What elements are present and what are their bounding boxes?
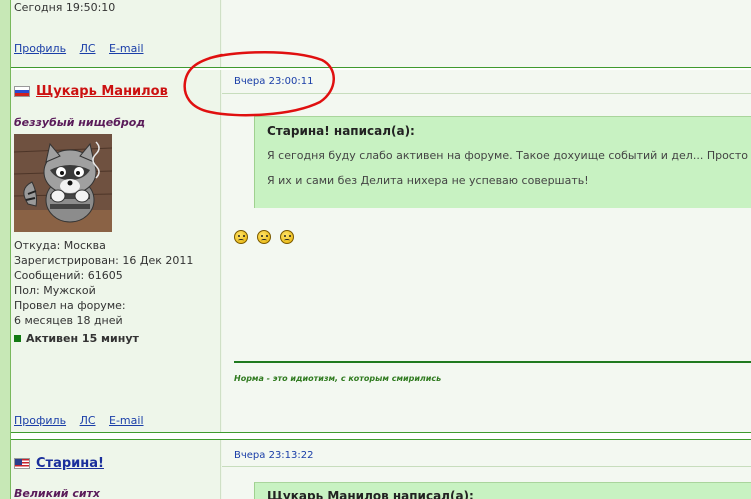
post-2-header-line (222, 466, 751, 467)
sad-smiley-icon (257, 230, 271, 244)
quote-title: Щукарь Манилов написал(а): (267, 489, 474, 499)
user-time-value: 6 месяцев 18 дней (14, 314, 123, 327)
forum-page: Сегодня 19:50:10 Профиль ЛС E-mail Щукар… (0, 0, 751, 499)
post-divider (11, 439, 751, 440)
post-divider (11, 67, 751, 68)
user-time-label: Провел на форуме: (14, 299, 126, 312)
post-1-username[interactable]: Щукарь Манилов (36, 84, 168, 99)
quote-title: Старина! написал(а): (267, 124, 415, 138)
profile-link[interactable]: Профиль (14, 414, 66, 427)
user-location: Откуда: Москва (14, 239, 106, 252)
us-flag-icon (14, 458, 30, 469)
post-1-links: Профиль ЛС E-mail (14, 414, 154, 427)
post-1-date[interactable]: Вчера 23:00:11 (234, 76, 314, 87)
quote-line-2: Я их и сами без Делита нихера не успеваю… (267, 174, 589, 187)
post-1-signature: Норма - это идиотизм, с которым смирилис… (234, 374, 442, 383)
post-1-quote: Старина! написал(а): Я сегодня буду слаб… (254, 116, 751, 208)
previous-post-body (222, 0, 751, 67)
sad-smiley-icon (234, 230, 248, 244)
profile-link[interactable]: Профиль (14, 42, 66, 55)
email-link[interactable]: E-mail (109, 42, 144, 55)
online-status-icon (14, 335, 21, 342)
quote-line-1: Я сегодня буду слабо активен на форуме. … (267, 149, 751, 162)
signature-divider (234, 361, 751, 363)
previous-post (11, 0, 751, 67)
user-message-count: Сообщений: 61605 (14, 269, 123, 282)
post-2-user-title: Великий ситх (14, 487, 101, 499)
user-gender: Пол: Мужской (14, 284, 96, 297)
user-status-text: Активен 15 минут (26, 332, 139, 345)
post-1-header-line (222, 93, 751, 94)
ru-flag-icon (14, 86, 30, 97)
pm-link[interactable]: ЛС (80, 42, 96, 55)
user-status: Активен 15 минут (14, 331, 193, 346)
previous-post-links: Профиль ЛС E-mail (14, 42, 154, 55)
last-seen-text: Сегодня 19:50:10 (14, 1, 116, 14)
post-1-author: Щукарь Манилов (14, 84, 168, 99)
user-registered: Зарегистрирован: 16 Дек 2011 (14, 254, 194, 267)
post-2-author: Старина! (14, 456, 104, 471)
post-1-user-info: Откуда: Москва Зарегистрирован: 16 Дек 2… (14, 238, 193, 346)
sad-smiley-icon (280, 230, 294, 244)
post-divider (11, 432, 751, 433)
post-1-user-title: беззубый нищеброд (14, 116, 146, 129)
post-2-date[interactable]: Вчера 23:13:22 (234, 450, 314, 461)
raccoon-avatar (14, 134, 112, 232)
email-link[interactable]: E-mail (109, 414, 144, 427)
left-frame-border (0, 0, 11, 499)
post-2-quote: Щукарь Манилов написал(а): (254, 482, 751, 499)
pm-link[interactable]: ЛС (80, 414, 96, 427)
post-1-smilies (234, 230, 294, 244)
post-2-username[interactable]: Старина! (36, 456, 104, 471)
